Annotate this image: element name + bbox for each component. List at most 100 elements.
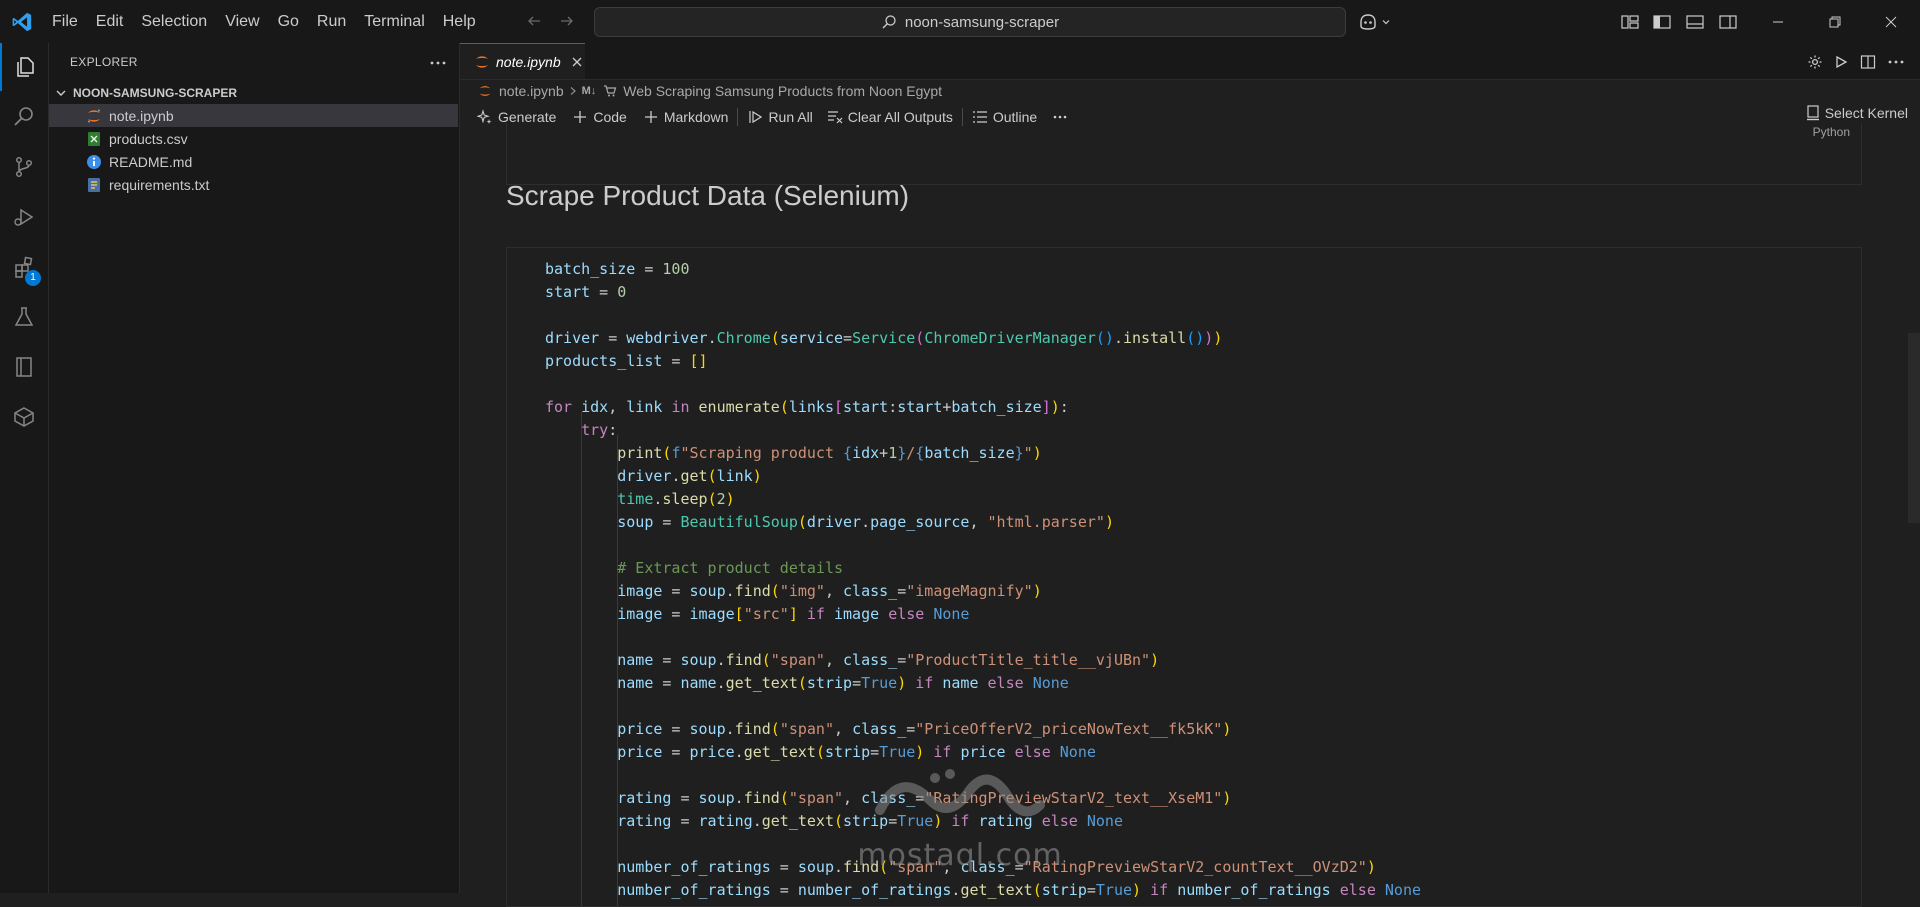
code-token: price — [617, 743, 663, 761]
run-icon[interactable] — [1830, 51, 1852, 73]
menu-go[interactable]: Go — [269, 7, 308, 37]
close-window-icon[interactable] — [1862, 0, 1920, 43]
breadcrumb-section[interactable]: Web Scraping Samsung Products from Noon … — [623, 83, 942, 99]
menu-view[interactable]: View — [216, 7, 268, 37]
code-editor[interactable]: batch_size = 100start = 0​driver = webdr… — [545, 258, 1421, 902]
extensions-badge: 1 — [25, 270, 41, 286]
code-line: start = 0 — [545, 281, 1421, 304]
file-item-products-csv[interactable]: products.csv — [49, 127, 458, 150]
more-actions-icon[interactable] — [1885, 51, 1907, 73]
back-arrow-icon[interactable] — [521, 8, 547, 34]
extensions-icon[interactable]: 1 — [0, 243, 48, 291]
code-token: price — [960, 743, 1006, 761]
command-center-search[interactable]: noon-samsung-scraper — [594, 7, 1346, 37]
menu-selection[interactable]: Selection — [132, 7, 216, 37]
code-token: else — [1339, 881, 1376, 899]
code-token: = — [897, 582, 907, 600]
code-token: soup — [617, 513, 654, 531]
file-item-requirements[interactable]: requirements.txt — [49, 173, 458, 196]
breadcrumb-file[interactable]: note.ipynb — [499, 83, 564, 99]
code-token: idx — [581, 398, 609, 416]
code-token: soup — [698, 789, 735, 807]
code-line: name = name.get_text(strip=True) if name… — [545, 672, 1421, 695]
run-debug-icon[interactable] — [0, 193, 48, 241]
code-token: find — [843, 858, 880, 876]
code-token: , — [824, 582, 844, 600]
menu-run[interactable]: Run — [308, 7, 355, 37]
close-icon[interactable] — [569, 53, 585, 71]
code-token: start — [843, 398, 889, 416]
select-kernel-button[interactable]: Select Kernel — [1806, 105, 1908, 121]
code-token: ( — [797, 513, 807, 531]
tab-note-ipynb[interactable]: note.ipynb — [460, 43, 585, 79]
copilot-menu[interactable] — [1358, 9, 1391, 35]
code-token: start — [545, 283, 591, 301]
breadcrumb: note.ipynb M↓ Web Scraping Samsung Produ… — [460, 80, 1920, 102]
code-token: class_ — [843, 651, 898, 669]
split-editor-icon[interactable] — [1857, 51, 1879, 73]
notebook-icon[interactable] — [0, 343, 48, 391]
menu-file[interactable]: File — [43, 7, 87, 37]
code-token: Service — [852, 329, 916, 347]
menu-edit[interactable]: Edit — [87, 7, 133, 37]
search-icon[interactable] — [0, 93, 48, 141]
code-line: rating = rating.get_text(strip=True) if … — [545, 810, 1421, 833]
explorer-icon[interactable] — [0, 43, 48, 91]
vscode-logo-icon — [0, 0, 43, 43]
source-control-icon[interactable] — [0, 143, 48, 191]
code-token: . — [716, 651, 726, 669]
vertical-scrollbar[interactable] — [1908, 333, 1920, 523]
toggle-secondary-sidebar-icon[interactable] — [1715, 9, 1741, 35]
previous-cell-bottom — [506, 123, 1862, 185]
code-token: () — [1186, 329, 1205, 347]
file-name: note.ipynb — [109, 107, 174, 124]
cell-language-label[interactable]: Python — [1813, 125, 1850, 139]
chevron-down-icon — [1381, 17, 1391, 27]
code-token: number_of_ratings — [797, 881, 952, 899]
remote-explorer-icon[interactable] — [0, 393, 48, 441]
minimize-icon[interactable] — [1749, 0, 1807, 43]
code-token: = — [662, 352, 690, 370]
code-token: ( — [707, 490, 717, 508]
customize-layout-icon[interactable] — [1617, 9, 1643, 35]
code-line: price = soup.find("span", class_="PriceO… — [545, 718, 1421, 741]
code-token: () — [1095, 329, 1114, 347]
file-name: requirements.txt — [109, 176, 210, 193]
menu-help[interactable]: Help — [434, 7, 485, 37]
testing-flask-icon[interactable] — [0, 293, 48, 341]
forward-arrow-icon[interactable] — [554, 8, 580, 34]
code-token: = — [662, 605, 690, 623]
menu-terminal[interactable]: Terminal — [355, 7, 433, 37]
file-item-note-ipynb[interactable]: note.ipynb — [49, 104, 458, 127]
code-cell[interactable]: batch_size = 100start = 0​driver = webdr… — [506, 247, 1862, 907]
code-token: class_ — [960, 858, 1015, 876]
code-token: ) — [1222, 720, 1232, 738]
code-token: if — [806, 605, 825, 623]
toggle-primary-sidebar-icon[interactable] — [1649, 9, 1675, 35]
code-token: , — [843, 789, 862, 807]
toggle-panel-icon[interactable] — [1682, 9, 1708, 35]
code-token: link — [716, 467, 753, 485]
restore-icon[interactable] — [1806, 0, 1864, 43]
command-center-text: noon-samsung-scraper — [904, 13, 1060, 31]
code-token: . — [734, 743, 744, 761]
code-token: , — [834, 720, 853, 738]
code-line: driver = webdriver.Chrome(service=Servic… — [545, 327, 1421, 350]
folder-header[interactable]: NOON-SAMSUNG-SCRAPER — [49, 81, 459, 105]
code-token: ) — [1204, 329, 1214, 347]
gear-icon[interactable] — [1804, 51, 1826, 73]
file-item-readme[interactable]: README.md — [49, 150, 458, 173]
code-token: get_text — [743, 743, 816, 761]
more-actions-icon[interactable] — [427, 52, 449, 74]
code-token: name — [680, 674, 717, 692]
code-token: 2 — [716, 490, 726, 508]
